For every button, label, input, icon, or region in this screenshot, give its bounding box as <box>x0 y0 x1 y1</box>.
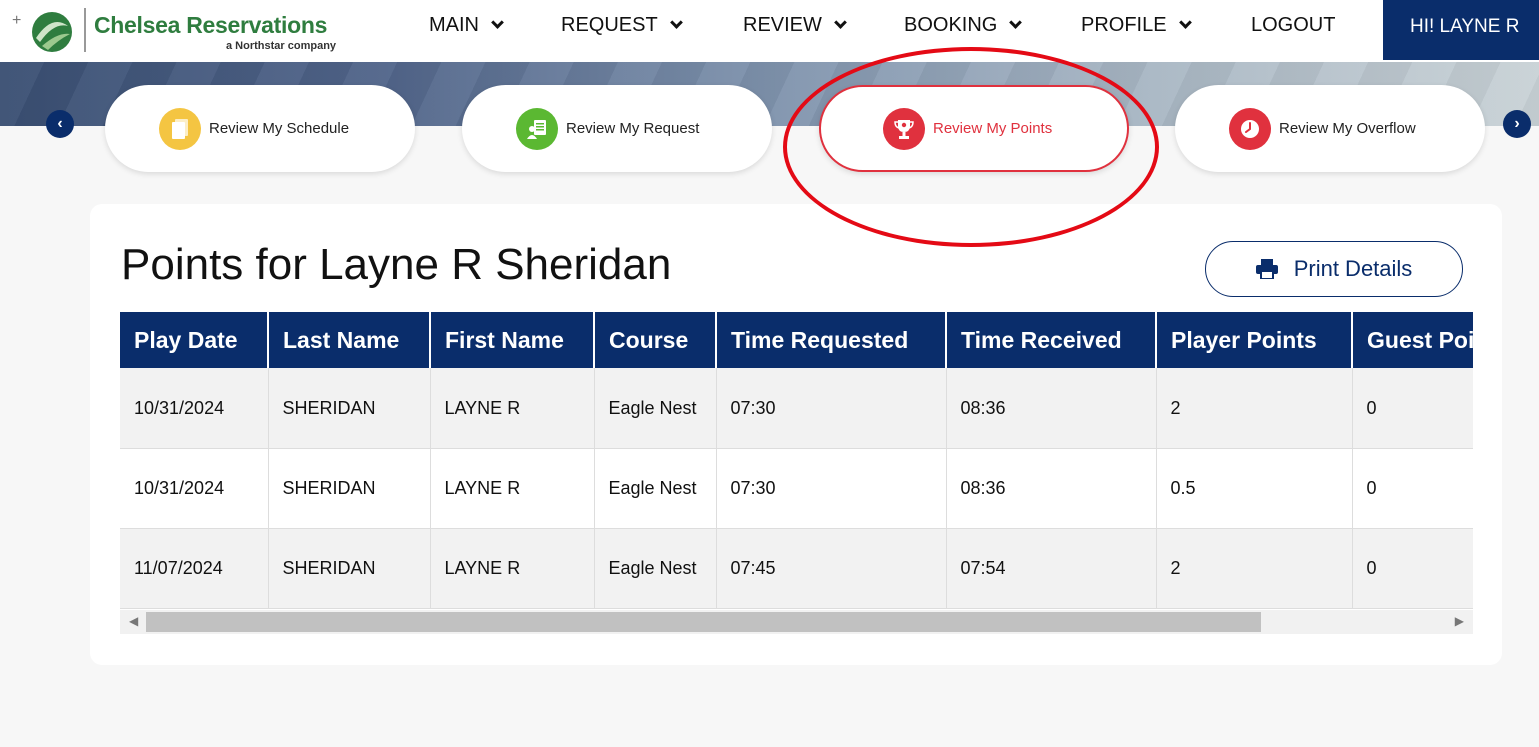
nav-booking-label: BOOKING <box>904 14 998 36</box>
chevron-down-icon <box>669 16 683 29</box>
table-cell: LAYNE R <box>430 528 595 609</box>
page-title: Points for Layne R Sheridan <box>121 240 672 289</box>
table-cell: 11/07/2024 <box>120 528 269 609</box>
table-row: 10/31/2024 SHERIDAN LAYNE R Eagle Nest 0… <box>120 448 1473 529</box>
table-cell: Eagle Nest <box>594 368 717 449</box>
table-cell: 0 <box>1352 528 1473 609</box>
quick-link-schedule[interactable]: Review My Schedule <box>105 85 415 172</box>
nav-review-label: REVIEW <box>743 14 822 36</box>
top-header: + Chelsea Reservations a Northstar compa… <box>0 0 1539 62</box>
schedule-icon <box>159 107 201 150</box>
table-cell: SHERIDAN <box>268 368 431 449</box>
column-header[interactable]: Time Requested <box>716 312 947 368</box>
clock-icon <box>1229 107 1271 150</box>
nav-profile-label: PROFILE <box>1081 14 1167 36</box>
table-row: 10/31/2024 SHERIDAN LAYNE R Eagle Nest 0… <box>120 368 1473 449</box>
table-row: 11/07/2024 SHERIDAN LAYNE R Eagle Nest 0… <box>120 528 1473 609</box>
scrollbar-thumb[interactable] <box>146 612 1261 632</box>
trophy-icon <box>883 107 925 150</box>
request-icon <box>516 107 558 150</box>
chevron-left-icon: ‹ <box>57 115 63 132</box>
column-header[interactable]: Guest Points <box>1352 312 1473 368</box>
quick-link-label: Review My Request <box>566 120 700 137</box>
print-details-button[interactable]: Print Details <box>1205 241 1463 297</box>
scroll-right-icon[interactable]: ▶ <box>1455 614 1464 628</box>
chevron-down-icon <box>1009 16 1023 29</box>
printer-icon <box>1255 259 1278 279</box>
nav-request[interactable]: REQUEST <box>561 14 683 37</box>
quick-link-overflow[interactable]: Review My Overflow <box>1175 85 1485 172</box>
table-cell: 07:30 <box>716 368 947 449</box>
table-cell: LAYNE R <box>430 448 595 529</box>
nav-booking[interactable]: BOOKING <box>904 14 1023 37</box>
table-cell: 07:54 <box>946 528 1157 609</box>
logo-divider <box>84 8 86 52</box>
carousel-prev-button[interactable]: ‹ <box>46 110 74 138</box>
quick-link-request[interactable]: Review My Request <box>462 85 772 172</box>
table-cell: 08:36 <box>946 448 1157 529</box>
quick-link-label: Review My Overflow <box>1279 120 1416 137</box>
carousel-next-button[interactable]: › <box>1503 110 1531 138</box>
chevron-right-icon: › <box>1514 115 1520 132</box>
chevron-down-icon <box>491 16 504 29</box>
quick-link-label: Review My Schedule <box>209 120 350 137</box>
table-cell: SHERIDAN <box>268 448 431 529</box>
column-header[interactable]: Play Date <box>120 312 269 368</box>
table-cell: 0 <box>1352 368 1473 449</box>
nav-profile[interactable]: PROFILE <box>1081 14 1192 37</box>
points-card: Points for Layne R Sheridan Print Detail… <box>90 204 1502 665</box>
nav-main[interactable]: MAIN <box>429 14 504 37</box>
table-header-row: Play Date Last Name First Name Course Ti… <box>120 312 1473 368</box>
brand-name: Chelsea Reservations <box>94 12 328 38</box>
points-table: Play Date Last Name First Name Course Ti… <box>120 312 1473 609</box>
column-header[interactable]: First Name <box>430 312 595 368</box>
chevron-down-icon <box>834 16 847 29</box>
column-header[interactable]: Player Points <box>1156 312 1353 368</box>
column-header[interactable]: Time Received <box>946 312 1157 368</box>
quick-link-label: Review My Points <box>933 120 1053 137</box>
logo-mark-icon <box>32 12 72 52</box>
brand-tagline: a Northstar company <box>226 40 337 52</box>
table-cell: 2 <box>1156 528 1353 609</box>
table-cell: 0 <box>1352 448 1473 529</box>
column-header[interactable]: Course <box>594 312 717 368</box>
nav-logout[interactable]: LOGOUT <box>1251 14 1335 37</box>
table-cell: 10/31/2024 <box>120 448 269 529</box>
user-greeting[interactable]: HI! LAYNE R <box>1383 0 1539 60</box>
table-cell: LAYNE R <box>430 368 595 449</box>
table-cell: 08:36 <box>946 368 1157 449</box>
nav-main-label: MAIN <box>429 14 479 36</box>
nav-logout-label: LOGOUT <box>1251 14 1336 36</box>
nav-request-label: REQUEST <box>561 14 658 36</box>
nav-review[interactable]: REVIEW <box>743 14 847 37</box>
scroll-left-icon[interactable]: ◀ <box>129 614 138 628</box>
table-cell: 0.5 <box>1156 448 1353 529</box>
column-header[interactable]: Last Name <box>268 312 431 368</box>
table-cell: 2 <box>1156 368 1353 449</box>
table-cell: SHERIDAN <box>268 528 431 609</box>
horizontal-scrollbar[interactable]: ◀ ▶ <box>120 610 1473 634</box>
points-table-container[interactable]: Play Date Last Name First Name Course Ti… <box>120 312 1473 636</box>
table-cell: Eagle Nest <box>594 448 717 529</box>
table-cell: 07:45 <box>716 528 947 609</box>
table-cell: 07:30 <box>716 448 947 529</box>
plus-icon: + <box>12 12 22 29</box>
quick-link-points[interactable]: Review My Points <box>819 85 1129 172</box>
table-cell: Eagle Nest <box>594 528 717 609</box>
chevron-down-icon <box>1178 16 1192 29</box>
table-cell: 10/31/2024 <box>120 368 269 449</box>
print-details-label: Print Details <box>1293 256 1413 281</box>
